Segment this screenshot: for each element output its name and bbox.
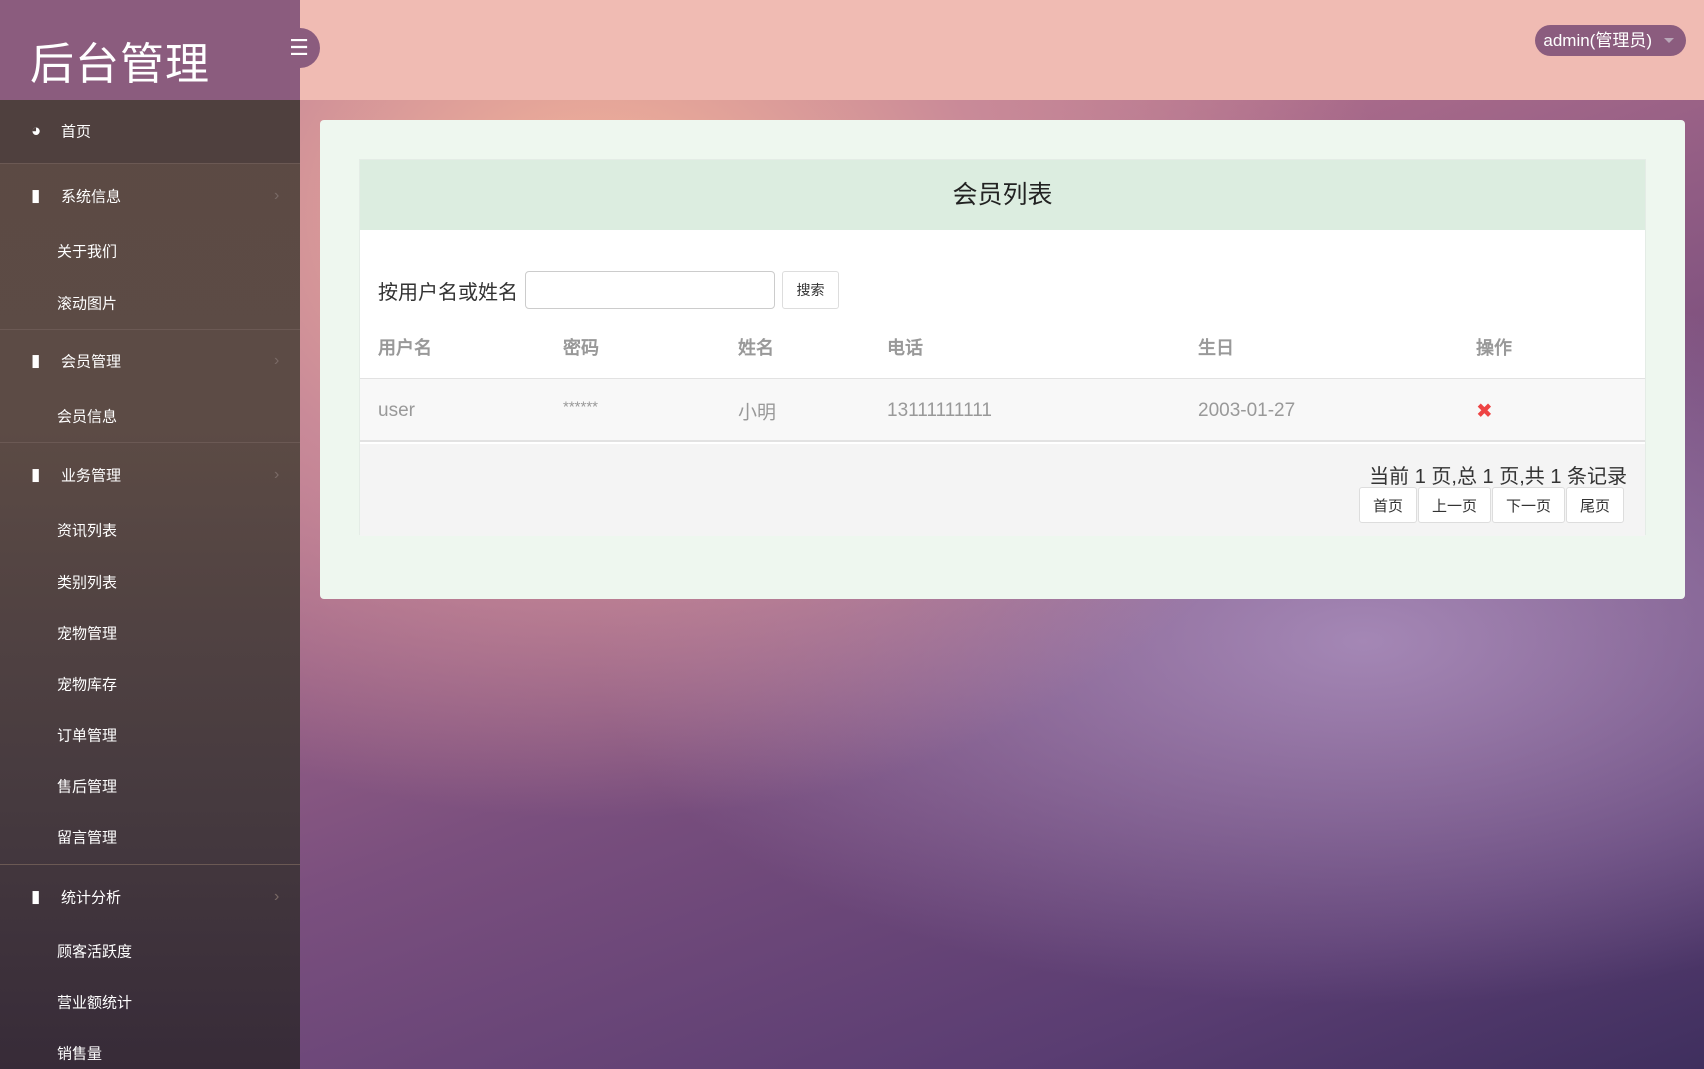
column-header-phone: 电话 — [887, 338, 923, 358]
pagination-bar: 当前 1 页,总 1 页,共 1 条记录 首页 上一页 下一页 尾页 — [360, 444, 1645, 536]
column-header-password: 密码 — [563, 338, 599, 358]
prev-page-button[interactable]: 上一页 — [1417, 487, 1491, 523]
user-menu-label: admin(管理员) — [1543, 31, 1652, 50]
sidebar-item-label: 售后管理 — [57, 778, 118, 796]
sidebar-divider — [0, 442, 300, 443]
pagination-info: 当前 1 页,总 1 页,共 1 条记录 — [1369, 466, 1627, 488]
sidebar-item-label: 销售量 — [57, 1045, 103, 1063]
book-icon: ▮ — [31, 186, 41, 205]
member-list-box: 会员列表 按用户名或姓名 搜索 用户名 密码 姓名 电话 生日 操作 user … — [359, 159, 1646, 536]
column-header-name: 姓名 — [738, 338, 774, 358]
cell-phone: 13111111111 — [887, 400, 992, 421]
sidebar-item-label: 关于我们 — [57, 243, 118, 261]
sidebar-toggle-button[interactable]: ☰ — [278, 28, 320, 68]
sidebar-item-label: 会员管理 — [61, 353, 122, 371]
sidebar-item-label: 营业额统计 — [57, 994, 133, 1012]
sidebar-item-label: 类别列表 — [57, 574, 118, 592]
search-label: 按用户名或姓名 — [378, 282, 518, 304]
delete-icon[interactable]: ✖ — [1476, 399, 1493, 424]
sidebar: 后台管理 ◕ 首页 ▮ 系统信息 › 关于我们滚动图片 ▮ 会员管理 › 会员信息 ▮ 业务管理 › 资讯… — [0, 0, 300, 1069]
pager: 首页 上一页 下一页 尾页 — [1358, 487, 1624, 523]
chevron-right-icon: › — [274, 352, 280, 369]
sidebar-item-label: 业务管理 — [61, 467, 122, 485]
sidebar-divider — [0, 163, 300, 164]
book-icon: ▮ — [31, 351, 41, 370]
book-icon: ▮ — [31, 887, 41, 906]
sidebar-item-label: 资讯列表 — [57, 522, 118, 540]
chevron-right-icon: › — [274, 888, 280, 905]
column-header-actions: 操作 — [1476, 338, 1512, 358]
next-page-button[interactable]: 下一页 — [1491, 487, 1565, 523]
sidebar-item-label: 统计分析 — [61, 889, 122, 907]
search-button[interactable]: 搜索 — [782, 271, 839, 309]
cell-birthday: 2003-01-27 — [1198, 400, 1296, 421]
column-header-username: 用户名 — [378, 338, 432, 358]
content-panel: 会员列表 按用户名或姓名 搜索 用户名 密码 姓名 电话 生日 操作 user … — [320, 120, 1685, 599]
sidebar-item-label: 订单管理 — [57, 727, 118, 745]
sidebar-item-label: 留言管理 — [57, 829, 118, 847]
menu-icon: ☰ — [289, 35, 309, 60]
chevron-right-icon: › — [274, 466, 280, 483]
sidebar-item-label: 首页 — [61, 123, 92, 141]
sidebar-item-0[interactable]: ◕ 首页 — [0, 100, 300, 163]
search-input[interactable] — [525, 271, 775, 309]
sidebar-item-label: 顾客活跃度 — [57, 943, 133, 961]
sidebar-divider — [0, 329, 300, 330]
caret-down-icon — [1664, 38, 1674, 43]
app-logo-title: 后台管理 — [0, 0, 300, 100]
column-header-birthday: 生日 — [1198, 338, 1234, 358]
sidebar-item-label: 宠物管理 — [57, 625, 118, 643]
chevron-right-icon: › — [274, 187, 280, 204]
table-row: user ****** 小明 13111111111 2003-01-27 ✖ — [360, 378, 1645, 442]
cell-username: user — [378, 400, 415, 421]
sidebar-item-label: 滚动图片 — [57, 295, 118, 313]
last-page-button[interactable]: 尾页 — [1565, 487, 1624, 523]
sidebar-item-label: 会员信息 — [57, 408, 118, 426]
user-menu-dropdown[interactable]: admin(管理员) — [1535, 25, 1686, 56]
dashboard-icon: ◕ — [31, 121, 42, 140]
sidebar-divider — [0, 864, 300, 865]
sidebar-item-label: 系统信息 — [61, 188, 122, 206]
page-title: 会员列表 — [360, 160, 1645, 230]
top-header: admin(管理员) — [300, 0, 1704, 100]
sidebar-item-label: 宠物库存 — [57, 676, 118, 694]
cell-name: 小明 — [738, 402, 777, 424]
cell-password: ****** — [563, 398, 599, 416]
book-icon: ▮ — [31, 465, 41, 484]
first-page-button[interactable]: 首页 — [1358, 487, 1417, 523]
